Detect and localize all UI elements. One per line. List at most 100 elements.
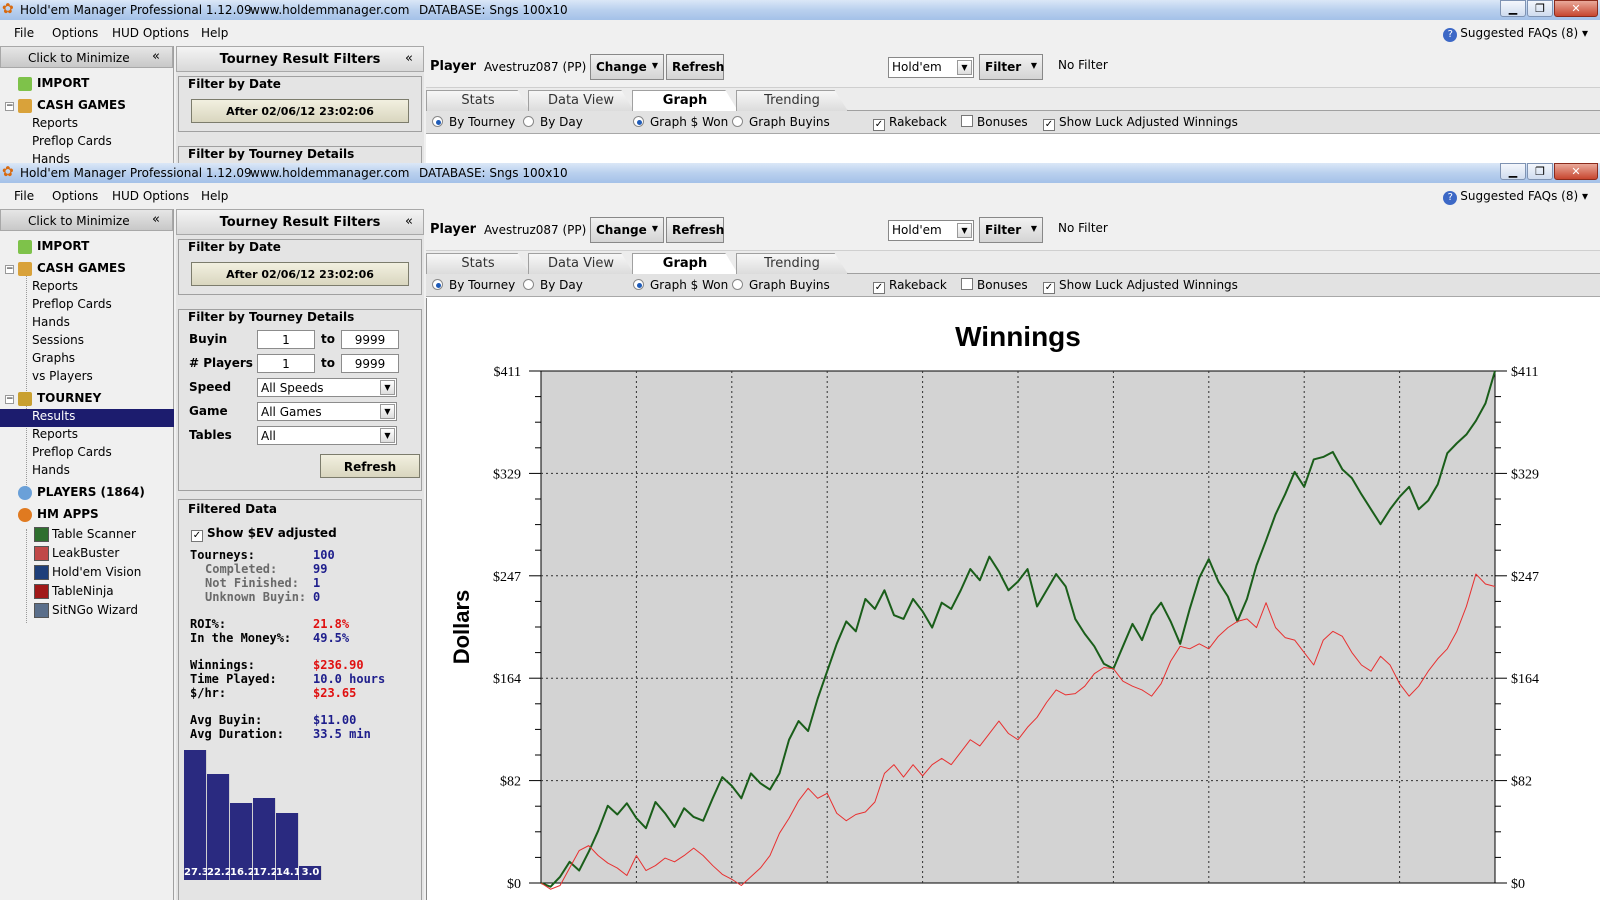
nav-cash-preflop-cards[interactable]: Preflop Cards xyxy=(0,297,174,315)
player-bar: Player Avestruz087 (PP) Change ▼ Refresh … xyxy=(426,46,1600,88)
nav-import[interactable]: IMPORT xyxy=(0,239,174,257)
tab-stats[interactable]: Stats xyxy=(426,90,530,111)
nav-cash-sessions[interactable]: Sessions xyxy=(0,333,174,351)
show-ev-checkbox[interactable]: ✓ Show $EV adjusted xyxy=(191,526,337,542)
dollars-per-hour-value: $23.65 xyxy=(313,686,357,700)
nav-app-leakbuster[interactable]: LeakBuster xyxy=(0,546,174,564)
rakeback-checkbox[interactable]: ✓ Rakeback xyxy=(873,115,947,131)
collapse-icon[interactable]: − xyxy=(5,265,14,274)
nav-cash-reports[interactable]: Reports xyxy=(0,116,174,134)
nav-app-table-scanner[interactable]: Table Scanner xyxy=(0,527,174,545)
nav-players[interactable]: PLAYERS (1864) xyxy=(0,485,174,503)
suggested-faqs[interactable]: ? Suggested FAQs (8) ▾ xyxy=(1443,26,1588,42)
nav-import[interactable]: IMPORT xyxy=(0,76,174,94)
restore-icon[interactable]: ❐ xyxy=(1527,163,1553,180)
tab-graph[interactable]: Graph xyxy=(632,253,738,274)
nav-hm-apps[interactable]: HM APPS xyxy=(0,507,174,525)
nav-app-tableninja[interactable]: TableNinja xyxy=(0,584,174,602)
date-filter-button[interactable]: After 02/06/12 23:02:06 xyxy=(191,262,409,286)
minimize-nav-button[interactable]: Click to Minimize « xyxy=(0,46,173,68)
nav-cash-graphs[interactable]: Graphs xyxy=(0,351,174,369)
bonuses-checkbox[interactable]: Bonuses xyxy=(961,278,1028,292)
minimize-nav-button[interactable]: Click to Minimize « xyxy=(0,209,173,231)
tab-trending[interactable]: Trending xyxy=(736,90,848,111)
nav-cash-reports[interactable]: Reports xyxy=(0,279,174,297)
close-icon[interactable]: ✕ xyxy=(1554,163,1598,180)
nav-cash-games[interactable]: − CASH GAMES xyxy=(0,98,174,116)
tab-data-view[interactable]: Data View xyxy=(528,90,634,111)
minimize-icon[interactable]: ▁ xyxy=(1500,0,1526,17)
dropdown-arrow-icon: ▼ xyxy=(380,380,395,395)
by-day-radio[interactable]: By Day xyxy=(523,115,583,129)
nav-cash-preflop-cards[interactable]: Preflop Cards xyxy=(0,134,174,152)
buyin-from-input[interactable]: 1 xyxy=(257,330,315,349)
change-player-button[interactable]: Change ▼ xyxy=(590,54,664,80)
game-type-select[interactable]: Hold'em ▼ xyxy=(888,220,974,241)
menu-hud-options[interactable]: HUD Options xyxy=(112,26,189,40)
collapse-icon[interactable]: − xyxy=(5,395,14,404)
suggested-faqs[interactable]: ? Suggested FAQs (8) ▾ xyxy=(1443,189,1588,205)
tab-trending[interactable]: Trending xyxy=(736,253,848,274)
nav-cash-games[interactable]: − CASH GAMES xyxy=(0,261,174,279)
title-bar[interactable]: ✿ Hold'em Manager Professional 1.12.09 w… xyxy=(0,0,1600,20)
graph-won-radio[interactable]: Graph $ Won xyxy=(633,278,728,292)
menu-options[interactable]: Options xyxy=(52,26,98,40)
menu-help[interactable]: Help xyxy=(201,189,228,203)
luck-adjusted-checkbox[interactable]: ✓ Show Luck Adjusted Winnings xyxy=(1043,115,1238,131)
nav-cash-vs-players[interactable]: vs Players xyxy=(0,369,174,387)
import-icon xyxy=(18,240,32,254)
nav-tourney-preflop-cards[interactable]: Preflop Cards xyxy=(0,445,174,463)
refresh-player-button[interactable]: Refresh xyxy=(666,54,724,80)
double-chevron-left-icon[interactable]: « xyxy=(405,214,413,229)
game-type-select[interactable]: Hold'em ▼ xyxy=(888,57,974,78)
navigation-panel: Click to Minimize « IMPORT − CASH GAMES Re… xyxy=(0,209,174,900)
collapse-icon[interactable]: − xyxy=(5,102,14,111)
menu-help[interactable]: Help xyxy=(201,26,228,40)
players-to-input[interactable]: 9999 xyxy=(341,354,399,373)
nav-tourney-results[interactable]: Results xyxy=(0,409,174,427)
tab-stats[interactable]: Stats xyxy=(426,253,530,274)
nav-cash-hands[interactable]: Hands xyxy=(0,152,174,163)
nav-app-holdem-vision[interactable]: Hold'em Vision xyxy=(0,565,174,583)
nav-tourney-hands[interactable]: Hands xyxy=(0,463,174,481)
nav-app-sitngo-wizard[interactable]: SitNGo Wizard xyxy=(0,603,174,621)
date-filter-button[interactable]: After 02/06/12 23:02:06 xyxy=(191,99,409,123)
graph-buyins-radio[interactable]: Graph Buyins xyxy=(732,115,830,129)
by-tourney-radio[interactable]: By Tourney xyxy=(432,115,515,129)
graph-buyins-radio[interactable]: Graph Buyins xyxy=(732,278,830,292)
close-icon[interactable]: ✕ xyxy=(1554,0,1598,17)
filter-button[interactable]: Filter ▼ xyxy=(979,54,1043,80)
menu-file[interactable]: File xyxy=(14,189,34,203)
tables-select[interactable]: All ▼ xyxy=(257,426,397,445)
filter-button[interactable]: Filter ▼ xyxy=(979,217,1043,243)
by-tourney-radio[interactable]: By Tourney xyxy=(432,278,515,292)
menu-hud-options[interactable]: HUD Options xyxy=(112,189,189,203)
minimize-icon[interactable]: ▁ xyxy=(1500,163,1526,180)
double-chevron-left-icon[interactable]: « xyxy=(405,51,413,66)
menu-file[interactable]: File xyxy=(14,26,34,40)
restore-icon[interactable]: ❐ xyxy=(1527,0,1553,17)
tab-graph[interactable]: Graph xyxy=(632,90,738,111)
players-from-input[interactable]: 1 xyxy=(257,354,315,373)
by-day-radio[interactable]: By Day xyxy=(523,278,583,292)
luck-adjusted-checkbox[interactable]: ✓ Show Luck Adjusted Winnings xyxy=(1043,278,1238,294)
help-icon: ? xyxy=(1443,191,1458,205)
nav-cash-hands[interactable]: Hands xyxy=(0,315,174,333)
nav-tourney-reports[interactable]: Reports xyxy=(0,427,174,445)
finish-bar-label: 17.2 xyxy=(253,867,278,878)
refresh-player-button[interactable]: Refresh xyxy=(666,217,724,243)
nav-tourney[interactable]: − TOURNEY xyxy=(0,391,174,409)
tab-data-view[interactable]: Data View xyxy=(528,253,634,274)
not-finished-value: 1 xyxy=(313,576,321,590)
bonuses-checkbox[interactable]: Bonuses xyxy=(961,115,1028,129)
refresh-filters-button[interactable]: Refresh xyxy=(320,454,420,478)
menu-options[interactable]: Options xyxy=(52,189,98,203)
graph-won-radio[interactable]: Graph $ Won xyxy=(633,115,728,129)
buyin-to-input[interactable]: 9999 xyxy=(341,330,399,349)
speed-select[interactable]: All Speeds ▼ xyxy=(257,378,397,397)
change-player-button[interactable]: Change ▼ xyxy=(590,217,664,243)
title-bar[interactable]: ✿ Hold'em Manager Professional 1.12.09 w… xyxy=(0,163,1600,183)
game-select[interactable]: All Games ▼ xyxy=(257,402,397,421)
website-url: www.holdemmanager.com xyxy=(250,3,410,17)
rakeback-checkbox[interactable]: ✓ Rakeback xyxy=(873,278,947,294)
